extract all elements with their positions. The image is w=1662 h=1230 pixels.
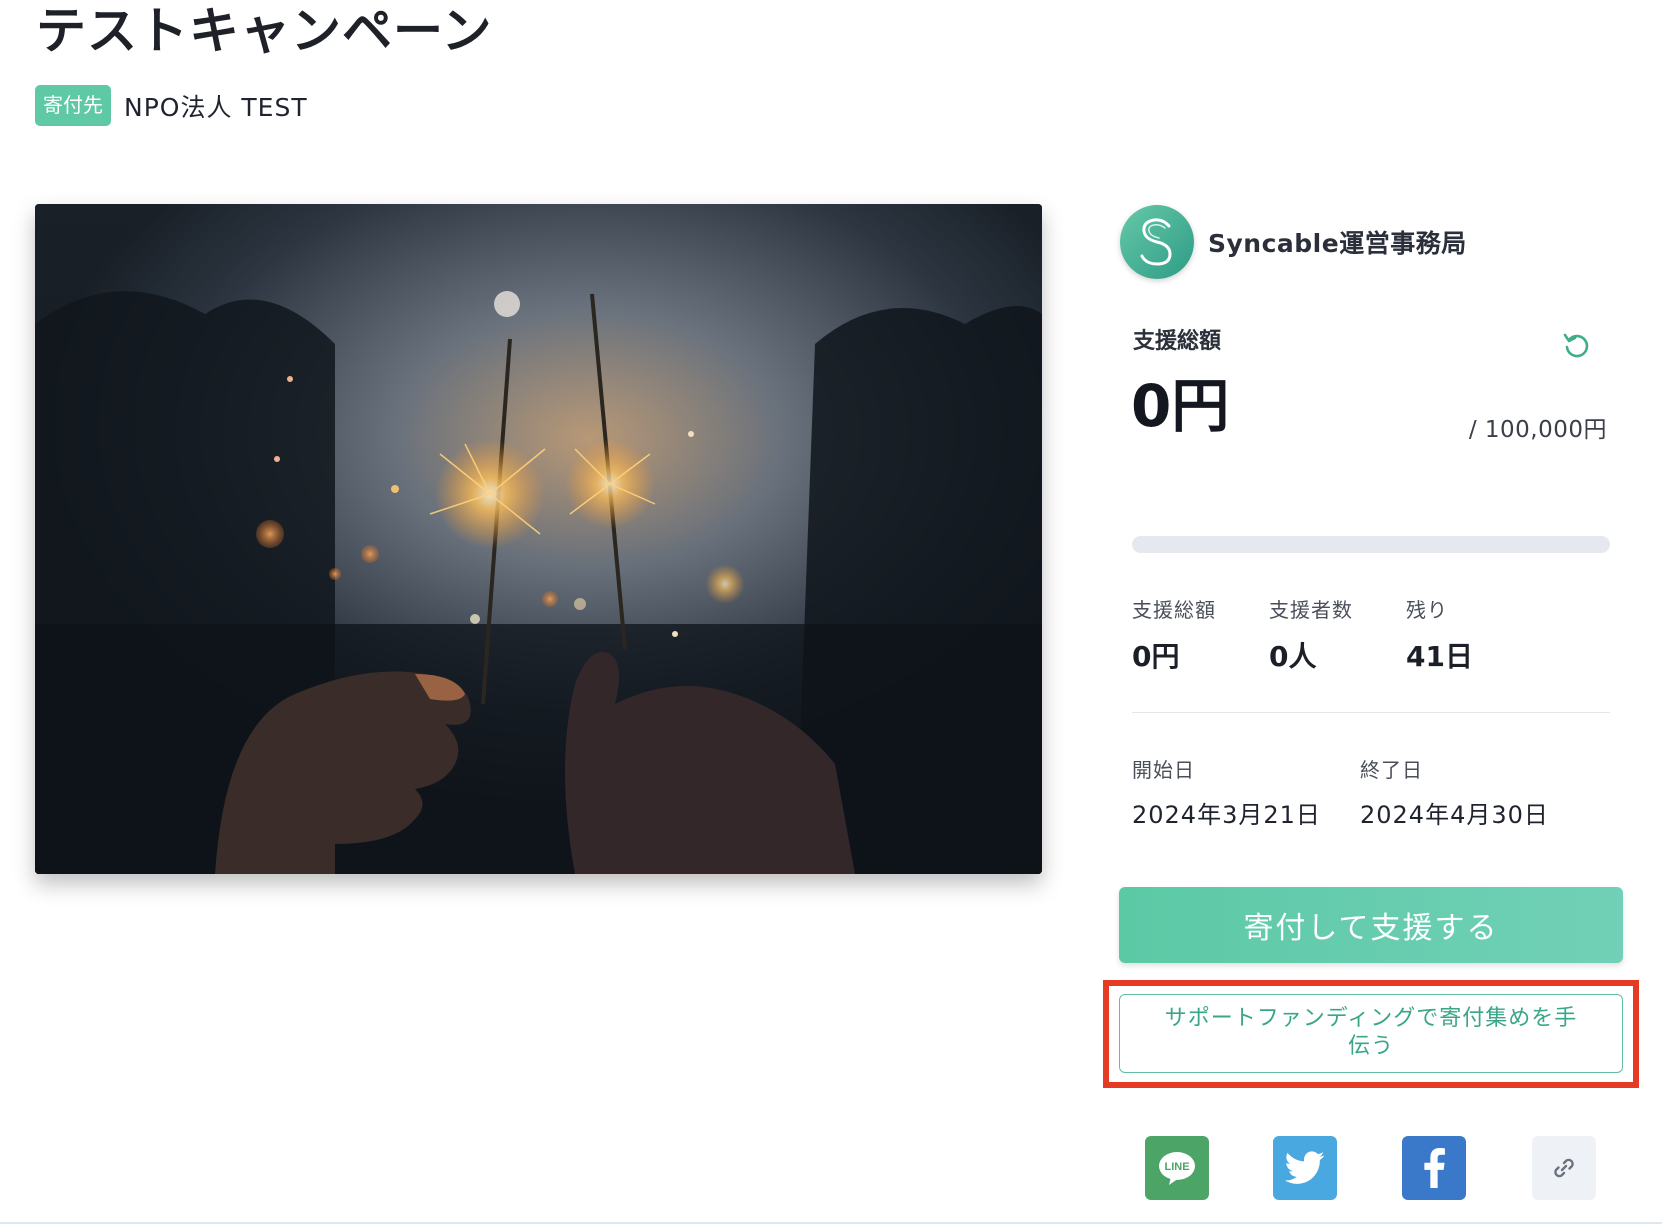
stat-remaining: 残り 41日 [1406, 594, 1543, 675]
total-amount-label: 支援総額 [1133, 329, 1222, 354]
total-amount-value: 0円 [1131, 372, 1230, 440]
end-date-label: 終了日 [1360, 758, 1423, 782]
beneficiary-name[interactable]: NPO法人 TEST [124, 88, 308, 124]
beneficiary: 寄付先 NPO法人 TEST [35, 85, 308, 126]
start-date-label: 開始日 [1132, 758, 1195, 782]
line-icon-label: LINE [1164, 1161, 1189, 1173]
line-icon: LINE [1159, 1152, 1195, 1185]
facebook-icon [1424, 1148, 1445, 1188]
organizer-avatar[interactable] [1120, 205, 1194, 279]
start-date-value: 2024年3月21日 [1132, 801, 1321, 829]
divider [1132, 712, 1610, 713]
campaign-hero-image [35, 204, 1042, 874]
beneficiary-tag: 寄付先 [35, 85, 111, 126]
organizer-name[interactable]: Syncable運営事務局 [1208, 224, 1467, 260]
stat-value: 0人 [1269, 640, 1317, 673]
end-date-value: 2024年4月30日 [1360, 801, 1549, 829]
bottom-divider [0, 1222, 1662, 1224]
progress-bar [1132, 536, 1610, 553]
stat-label: 残り [1406, 598, 1448, 622]
campaign-dates: 開始日 2024年3月21日 終了日 2024年4月30日 [1132, 754, 1588, 830]
organizer[interactable]: Syncable運営事務局 [1120, 205, 1467, 279]
stat-label: 支援総額 [1132, 598, 1216, 622]
stat-value: 41日 [1406, 640, 1473, 673]
share-twitter-button[interactable] [1273, 1136, 1337, 1200]
share-line-button[interactable]: LINE [1145, 1136, 1209, 1200]
twitter-icon [1285, 1151, 1325, 1184]
stat-total: 支援総額 0円 [1132, 594, 1269, 675]
stats-row: 支援総額 0円 支援者数 0人 残り 41日 [1132, 594, 1610, 675]
donate-button[interactable]: 寄付して支援する [1119, 887, 1623, 963]
organizer-logo-icon [1140, 218, 1172, 266]
page-title: テストキャンペーン [36, 2, 493, 60]
stat-supporters: 支援者数 0人 [1269, 594, 1406, 675]
support-funding-button[interactable]: サポートファンディングで寄付集めを手伝う [1119, 994, 1623, 1073]
goal-amount: / 100,000円 [1468, 417, 1607, 443]
refresh-icon[interactable] [1561, 330, 1591, 360]
stat-value: 0円 [1132, 640, 1180, 673]
link-icon [1554, 1158, 1574, 1178]
share-facebook-button[interactable] [1402, 1136, 1466, 1200]
start-date: 開始日 2024年3月21日 [1132, 754, 1360, 830]
stat-label: 支援者数 [1269, 598, 1353, 622]
copy-link-button[interactable] [1532, 1136, 1596, 1200]
end-date: 終了日 2024年4月30日 [1360, 754, 1588, 830]
